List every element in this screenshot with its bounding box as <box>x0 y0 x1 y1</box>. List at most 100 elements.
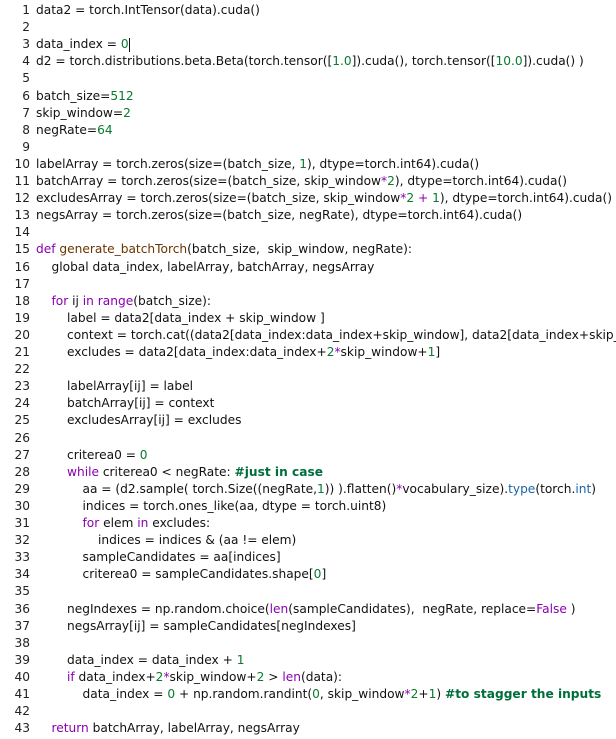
code-token: + np.random.randint( <box>175 687 313 701</box>
code-text[interactable]: data2 = torch.IntTensor(data).cuda() <box>30 2 260 19</box>
code-line[interactable]: 26 <box>0 430 616 447</box>
code-text[interactable]: aa = (d2.sample( torch.Size((negRate,1))… <box>30 481 596 498</box>
code-line[interactable]: 16 global data_index, labelArray, batchA… <box>0 259 616 276</box>
code-line[interactable]: 19 label = data2[data_index + skip_windo… <box>0 310 616 327</box>
code-token: (batch_size): <box>133 293 211 308</box>
code-line[interactable]: 15 def generate_batchTorch(batch_size, sk… <box>0 241 616 258</box>
code-text[interactable]: skip_window=2 <box>30 105 131 122</box>
code-line[interactable]: 39 data_index = data_index + 1 <box>0 652 616 669</box>
line-number: 23 <box>14 379 30 394</box>
code-line[interactable]: 8 negRate=64 <box>0 122 616 139</box>
code-text[interactable]: if data_index+2*skip_window+2 > len(data… <box>30 669 342 686</box>
code-line[interactable]: 41 data_index = 0 + np.random.randint(0,… <box>0 686 616 703</box>
code-token: aa = (d2.sample( torch.Size((negRate, <box>36 481 318 496</box>
code-line[interactable]: 10 labelArray = torch.zeros(size=(batch_s… <box>0 156 616 173</box>
code-line[interactable]: 24 batchArray[ij] = context <box>0 395 616 412</box>
code-text[interactable]: indices = indices & (aa != elem) <box>30 532 296 549</box>
code-line[interactable]: 11 batchArray = torch.zeros(size=(batch_s… <box>0 173 616 190</box>
code-line[interactable]: 14 <box>0 224 616 241</box>
code-line[interactable]: 30 indices = torch.ones_like(aa, dtype =… <box>0 498 616 515</box>
code-line[interactable]: 5 <box>0 70 616 87</box>
code-text[interactable]: sampleCandidates = aa[indices] <box>30 549 281 566</box>
code-line[interactable]: 20 context = torch.cat((data2[data_index… <box>0 327 616 344</box>
code-token: ), dtype=torch.int64).cuda() <box>439 191 612 206</box>
code-text[interactable]: data_index = 0 + np.random.randint(0, sk… <box>30 686 601 703</box>
code-text[interactable]: negRate=64 <box>30 122 113 139</box>
code-text[interactable]: excludesArray = torch.zeros(size=(batch_… <box>30 190 612 207</box>
code-line[interactable]: 32 indices = indices & (aa != elem) <box>0 532 616 549</box>
code-line[interactable]: 7 skip_window=2 <box>0 105 616 122</box>
code-text[interactable]: data_index = data_index + 1 <box>30 652 244 669</box>
line-number: 38 <box>14 635 30 650</box>
code-token: 2 <box>406 191 415 206</box>
code-line[interactable]: 3 data_index = 0 <box>0 36 616 53</box>
code-text[interactable]: def generate_batchTorch(batch_size, skip… <box>30 241 412 258</box>
code-text[interactable]: indices = torch.ones_like(aa, dtype = to… <box>30 498 386 515</box>
code-line[interactable]: 42 <box>0 703 616 720</box>
code-text[interactable]: batch_size=512 <box>30 88 134 105</box>
code-line[interactable]: 43 return batchArray, labelArray, negsAr… <box>0 720 616 737</box>
line-number: 40 <box>14 669 30 684</box>
code-line[interactable]: 12 excludesArray = torch.zeros(size=(batc… <box>0 190 616 207</box>
code-line[interactable]: 29 aa = (d2.sample( torch.Size((negRate,… <box>0 481 616 498</box>
code-line[interactable]: 1 data2 = torch.IntTensor(data).cuda() <box>0 2 616 19</box>
code-token: sampleCandidates = aa[indices] <box>36 550 281 565</box>
code-text[interactable]: d2 = torch.distributions.beta.Beta(torch… <box>30 53 584 70</box>
code-token: ]).cuda(), torch.tensor([ <box>351 54 496 69</box>
code-line[interactable]: 27 criterea0 = 0 <box>0 447 616 464</box>
code-token: negIndexes = np.random.choice( <box>36 601 270 616</box>
code-line[interactable]: 37 negsArray[ij] = sampleCandidates[negI… <box>0 618 616 635</box>
code-text[interactable]: data_index = 0 <box>30 36 130 53</box>
code-line[interactable]: 38 <box>0 635 616 652</box>
code-line[interactable]: 9 <box>0 139 616 156</box>
code-line[interactable]: 34 criterea0 = sampleCandidates.shape[0] <box>0 566 616 583</box>
code-text[interactable]: negsArray[ij] = sampleCandidates[negInde… <box>30 618 356 635</box>
code-text[interactable]: for ij in range(batch_size): <box>30 293 212 310</box>
code-line[interactable]: 21 excludes = data2[data_index:data_inde… <box>0 344 616 361</box>
code-text[interactable]: batchArray = torch.zeros(size=(batch_siz… <box>30 173 567 190</box>
code-text[interactable]: return batchArray, labelArray, negsArray <box>30 720 300 737</box>
code-text[interactable]: excludes = data2[data_index:data_index+2… <box>30 344 440 361</box>
code-line[interactable]: 31 for elem in excludes: <box>0 515 616 532</box>
code-text[interactable]: labelArray[ij] = label <box>30 378 193 395</box>
code-token: criterea0 = <box>36 447 140 462</box>
code-text[interactable]: labelArray = torch.zeros(size=(batch_siz… <box>30 156 479 173</box>
code-text[interactable]: negsArray = torch.zeros(size=(batch_size… <box>30 207 522 224</box>
code-token: excludes = data2[data_index:data_index+ <box>36 345 327 359</box>
line-number: 6 <box>22 88 30 103</box>
code-line[interactable]: 18 for ij in range(batch_size): <box>0 293 616 310</box>
code-line[interactable]: 4 d2 = torch.distributions.beta.Beta(torc… <box>0 53 616 70</box>
code-line[interactable]: 28 while criterea0 < negRate: #just in c… <box>0 464 616 481</box>
code-line[interactable]: 23 labelArray[ij] = label <box>0 378 616 395</box>
code-text[interactable]: context = torch.cat((data2[data_index:da… <box>30 327 616 344</box>
code-line[interactable]: 25 excludesArray[ij] = excludes <box>0 412 616 429</box>
code-text[interactable]: criterea0 = 0 <box>30 447 148 464</box>
code-text[interactable]: global data_index, labelArray, batchArra… <box>30 259 374 276</box>
line-number: 28 <box>14 464 30 479</box>
code-line[interactable]: 33 sampleCandidates = aa[indices] <box>0 549 616 566</box>
code-line[interactable]: 2 <box>0 19 616 36</box>
code-text[interactable]: while criterea0 < negRate: #just in case <box>30 464 323 481</box>
code-line[interactable]: 40 if data_index+2*skip_window+2 > len(d… <box>0 669 616 686</box>
code-text[interactable]: criterea0 = sampleCandidates.shape[0] <box>30 566 326 583</box>
code-line[interactable]: 35 <box>0 583 616 600</box>
code-token: 10.0 <box>495 54 523 69</box>
code-text[interactable]: batchArray[ij] = context <box>30 395 214 412</box>
code-text[interactable]: excludesArray[ij] = excludes <box>30 412 241 429</box>
text-cursor <box>128 37 130 52</box>
code-line[interactable]: 36 negIndexes = np.random.choice(len(sam… <box>0 601 616 618</box>
code-line[interactable]: 6 batch_size=512 <box>0 88 616 105</box>
code-line[interactable]: 17 <box>0 276 616 293</box>
code-line[interactable]: 13 negsArray = torch.zeros(size=(batch_si… <box>0 207 616 224</box>
code-text[interactable]: label = data2[data_index + skip_window ] <box>30 310 325 327</box>
code-text[interactable]: negIndexes = np.random.choice(len(sample… <box>30 601 576 618</box>
code-line[interactable]: 22 <box>0 361 616 378</box>
code-token: 0 <box>167 687 176 701</box>
code-token: (data): <box>300 669 343 684</box>
code-text[interactable]: for elem in excludes: <box>30 515 211 532</box>
code-token: batchArray, labelArray, negsArray <box>88 721 300 736</box>
code-token: ), dtype=torch.int64).cuda() <box>306 156 480 171</box>
code-token: 64 <box>97 122 113 137</box>
code-editor[interactable]: 1 data2 = torch.IntTensor(data).cuda() 2 3 d… <box>0 0 616 739</box>
